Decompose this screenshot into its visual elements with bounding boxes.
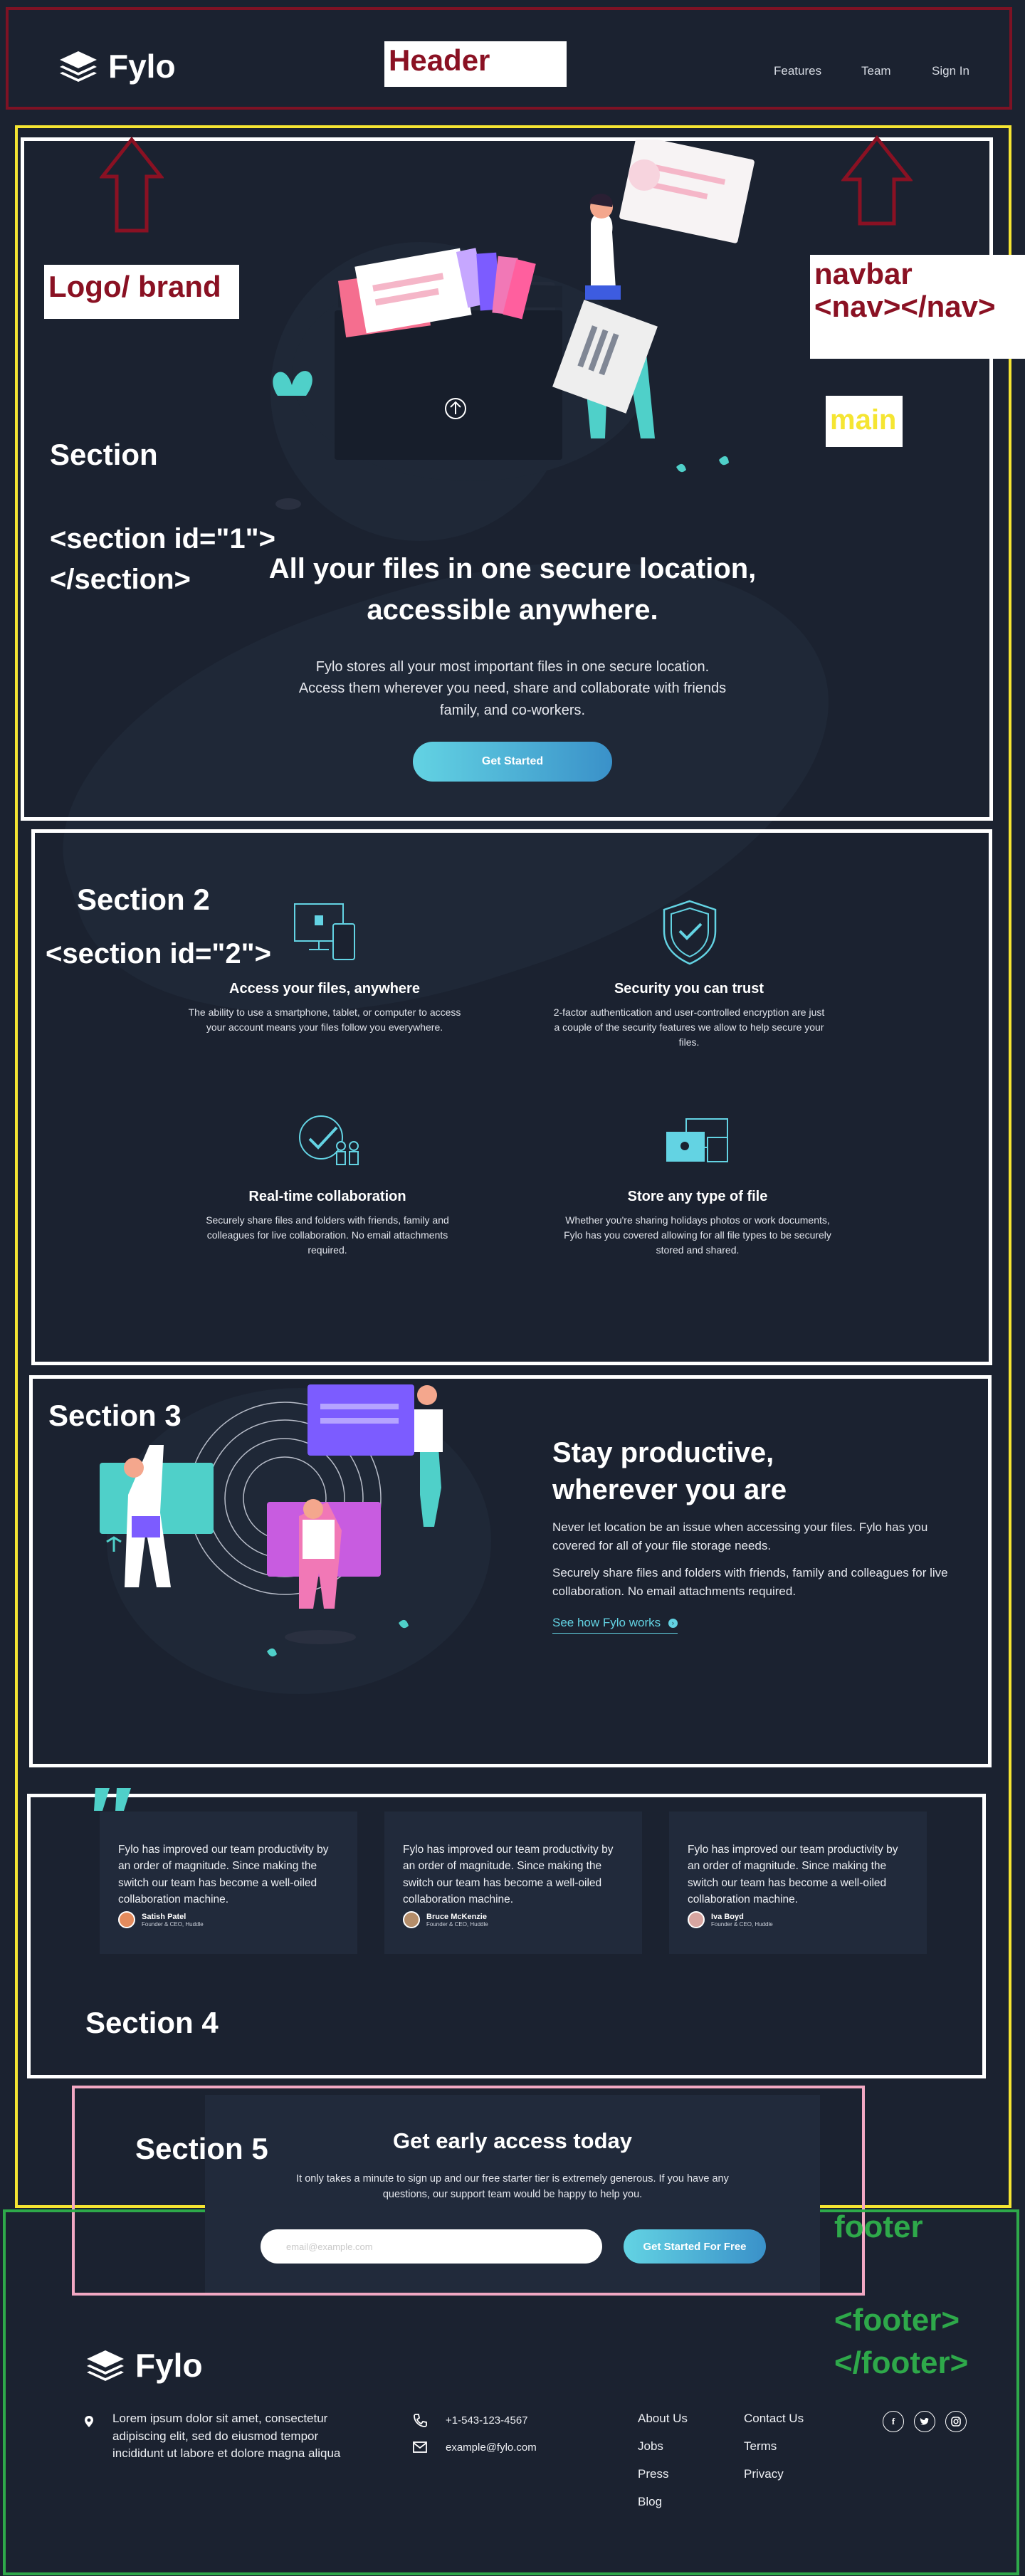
get-started-free-button[interactable]: Get Started For Free <box>624 2229 766 2264</box>
section2-annotation-label: Section 2 <box>77 883 210 916</box>
avatar <box>403 1911 420 1928</box>
arrow-up-icon <box>841 135 913 226</box>
feature-text-store: Whether you're sharing holidays photos o… <box>564 1214 831 1256</box>
footer-address: Lorem ipsum dolor sit amet, consectetur … <box>112 2412 341 2461</box>
header-annotation-label: Header <box>384 41 567 87</box>
footer-link-terms[interactable]: Terms <box>744 2439 777 2454</box>
author-role: Founder & CEO, Huddle <box>426 1920 488 1928</box>
testimonial-card: Fylo has improved our team productivity … <box>669 1812 927 1954</box>
location-pin-icon <box>85 2416 93 2427</box>
early-access-text: It only takes a minute to sign up and ou… <box>296 2173 729 2201</box>
testimonial-author: Iva Boyd Founder & CEO, Huddle <box>688 1911 773 1928</box>
testimonial-quote: Fylo has improved our team productivity … <box>118 1844 329 1905</box>
feature-text-collaboration: Securely share files and folders with fr… <box>206 1214 449 1256</box>
navbar-annotation-label: navbar <nav></nav> <box>810 255 1025 359</box>
see-how-fylo-works-link[interactable]: See how Fylo works › <box>552 1616 678 1634</box>
hero-illustration <box>273 140 755 510</box>
hero-title: All your files in one secure location, a… <box>214 548 811 631</box>
author-name: Bruce McKenzie <box>426 1912 487 1921</box>
productive-paragraph-2: Securely share files and folders with fr… <box>552 1566 948 1599</box>
facebook-icon[interactable]: f <box>883 2411 904 2432</box>
early-access-title: Get early access today <box>392 2128 633 2153</box>
feature-title-store: Store any type of file <box>627 1189 768 1204</box>
section2-tag-label: <section id="2"> <box>46 938 271 969</box>
email-icon <box>413 2441 427 2453</box>
collaboration-icon <box>299 1115 359 1165</box>
files-icon <box>666 1118 728 1162</box>
email-input[interactable] <box>261 2229 602 2264</box>
logo-annotation-label: Logo/ brand <box>44 265 239 319</box>
footer-email[interactable]: example@fylo.com <box>446 2440 537 2456</box>
see-how-link-label: See how Fylo works <box>552 1616 661 1629</box>
section1-annotation-label: Section <box>50 438 158 471</box>
productive-illustration <box>100 1384 443 1657</box>
shield-lock-icon <box>663 900 717 965</box>
main-annotation-label: main <box>826 396 903 447</box>
twitter-icon[interactable] <box>914 2411 935 2432</box>
footer-brand-name: Fylo <box>135 2347 203 2384</box>
arrow-right-circle-icon: › <box>668 1619 678 1629</box>
testimonial-card: Fylo has improved our team productivity … <box>384 1812 642 1954</box>
phone-icon <box>414 2414 427 2427</box>
productive-title-line2: wherever you are <box>552 1474 787 1505</box>
stack-logo-icon <box>87 2350 124 2381</box>
section1-tag-close-label: </section> <box>50 564 191 595</box>
avatar <box>118 1911 135 1928</box>
navbar-annotation-line1: navbar <box>814 257 913 290</box>
feature-title-collaboration: Real-time collaboration <box>248 1189 406 1204</box>
footer-phone[interactable]: +1-543-123-4567 <box>446 2413 528 2429</box>
productive-title: Stay productive, wherever you are <box>552 1434 908 1508</box>
section4-annotation-label: Section 4 <box>85 2006 219 2039</box>
author-role: Founder & CEO, Huddle <box>711 1920 773 1928</box>
instagram-camera-icon <box>951 2417 961 2427</box>
footer-tag-open-label: <footer> <box>834 2303 960 2338</box>
footer-annotation-label: footer <box>834 2209 923 2244</box>
author-name: Iva Boyd <box>711 1912 744 1921</box>
instagram-icon[interactable] <box>945 2411 967 2432</box>
hero-description: Fylo stores all your most important file… <box>298 659 727 718</box>
footer-link-about-us[interactable]: About Us <box>638 2412 688 2426</box>
author-role: Founder & CEO, Huddle <box>142 1920 204 1928</box>
feature-title-security: Security you can trust <box>614 981 764 997</box>
footer-link-press[interactable]: Press <box>638 2467 668 2481</box>
productive-title-line1: Stay productive, <box>552 1437 774 1468</box>
arrow-up-icon <box>100 137 164 233</box>
testimonial-quote: Fylo has improved our team productivity … <box>403 1844 614 1905</box>
footer-link-privacy[interactable]: Privacy <box>744 2467 784 2481</box>
testimonial-author: Satish Patel Founder & CEO, Huddle <box>118 1911 204 1928</box>
productive-paragraph-1: Never let location be an issue when acce… <box>552 1520 928 1553</box>
feature-text-access: The ability to use a smartphone, tablet,… <box>188 1006 461 1033</box>
get-started-button[interactable]: Get Started <box>413 742 612 782</box>
devices-icon <box>294 903 355 960</box>
feature-text-security: 2-factor authentication and user-control… <box>553 1006 825 1048</box>
footer-link-contact-us[interactable]: Contact Us <box>744 2412 804 2426</box>
twitter-bird-icon <box>920 2417 929 2425</box>
footer-link-blog[interactable]: Blog <box>638 2495 662 2509</box>
navbar-annotation-line2: <nav></nav> <box>814 290 996 324</box>
avatar <box>688 1911 705 1928</box>
testimonial-card: Fylo has improved our team productivity … <box>100 1812 357 1954</box>
hero-title-line2: accessible anywhere. <box>367 594 658 626</box>
footer-link-jobs[interactable]: Jobs <box>638 2439 663 2454</box>
author-name: Satish Patel <box>142 1912 186 1921</box>
footer-tag-close-label: </footer> <box>834 2345 969 2380</box>
feature-title-access: Access your files, anywhere <box>229 981 420 997</box>
hero-title-line1: All your files in one secure location, <box>268 553 757 584</box>
testimonial-author: Bruce McKenzie Founder & CEO, Huddle <box>403 1911 488 1928</box>
testimonial-quote: Fylo has improved our team productivity … <box>688 1844 898 1905</box>
footer-brand-logo[interactable]: Fylo <box>84 2346 203 2385</box>
